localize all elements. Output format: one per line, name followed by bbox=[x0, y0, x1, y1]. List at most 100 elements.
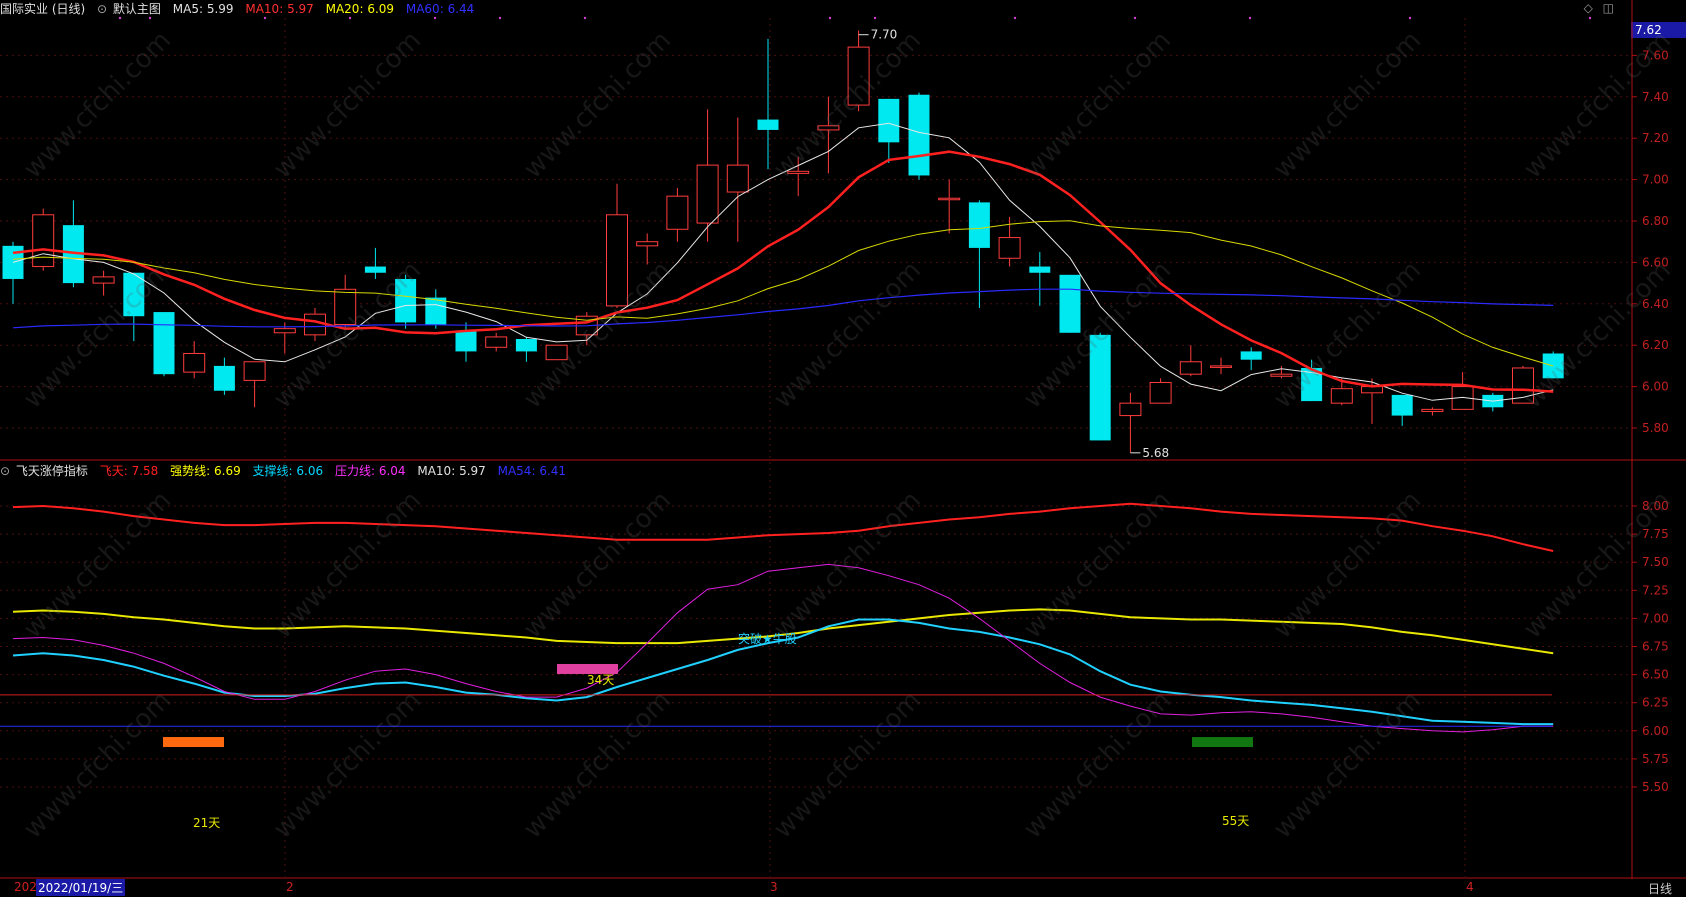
candle-body bbox=[1149, 381, 1172, 404]
candle bbox=[395, 274, 417, 329]
candle-body bbox=[545, 344, 568, 361]
candle-body bbox=[726, 164, 749, 193]
candle-body bbox=[32, 214, 55, 268]
candle bbox=[1089, 332, 1111, 441]
candle-body bbox=[1089, 334, 1111, 441]
candle bbox=[1059, 274, 1081, 333]
bar-21-days bbox=[163, 737, 224, 748]
high-price-label: 7.70 bbox=[871, 28, 898, 42]
ma10-line bbox=[12, 150, 1554, 393]
candle bbox=[1451, 372, 1474, 410]
candle-body bbox=[304, 313, 326, 336]
main-axis-label: 6.80 bbox=[1642, 214, 1669, 228]
candle bbox=[757, 38, 779, 170]
candle-body bbox=[485, 336, 508, 348]
candle bbox=[606, 183, 628, 308]
candle-body bbox=[998, 237, 1021, 259]
candle-body bbox=[515, 338, 537, 352]
feitian-line bbox=[12, 502, 1554, 552]
candle bbox=[696, 109, 719, 242]
candle-body bbox=[1029, 266, 1051, 273]
signal-dot bbox=[1248, 16, 1252, 20]
candle bbox=[1029, 252, 1051, 306]
cursor-date: 2022/01/19/三 bbox=[36, 879, 126, 896]
candle bbox=[515, 336, 537, 362]
bar-55-days bbox=[1192, 737, 1253, 748]
candle bbox=[545, 344, 568, 361]
candle bbox=[908, 92, 930, 180]
candle-body bbox=[878, 98, 900, 143]
breakout-label: 突破★牛股 bbox=[738, 631, 797, 646]
candle-body bbox=[1421, 408, 1444, 412]
candle-body bbox=[908, 94, 930, 176]
sub-axis-label: 6.25 bbox=[1642, 696, 1669, 710]
ma5-line bbox=[12, 122, 1554, 402]
candle bbox=[1542, 351, 1564, 379]
signal-dot bbox=[348, 16, 352, 20]
main-axis-label: 7.40 bbox=[1642, 90, 1669, 104]
sub-axis-label: 6.75 bbox=[1642, 640, 1669, 654]
ma20-line bbox=[12, 220, 1554, 367]
candle-body bbox=[364, 266, 386, 273]
candle-body bbox=[213, 365, 235, 391]
candle bbox=[1270, 365, 1293, 379]
candle-body bbox=[243, 361, 266, 381]
label-21-days: 21天 bbox=[193, 816, 220, 830]
month-apr: 4 bbox=[1466, 880, 1474, 894]
candle-body bbox=[968, 202, 990, 248]
sub-axis-label: 6.50 bbox=[1642, 668, 1669, 682]
candle bbox=[666, 187, 689, 242]
candle-body bbox=[425, 297, 447, 325]
main-axis-label: 7.00 bbox=[1642, 173, 1669, 187]
candle bbox=[636, 233, 659, 265]
main-axis-label: 7.60 bbox=[1642, 48, 1669, 62]
signal-dot bbox=[1588, 16, 1592, 20]
candle-body bbox=[1210, 365, 1232, 368]
sub-axis-label: 7.50 bbox=[1642, 555, 1669, 569]
candle-body bbox=[696, 164, 719, 224]
candle bbox=[62, 200, 84, 288]
candle bbox=[878, 98, 900, 164]
date-start: 202 bbox=[14, 880, 37, 894]
candle bbox=[1482, 392, 1504, 412]
period-label[interactable]: 日线 bbox=[1648, 880, 1672, 897]
candle-body bbox=[757, 119, 779, 130]
candle bbox=[1421, 407, 1444, 416]
signal-dot bbox=[873, 16, 877, 20]
candle bbox=[1119, 392, 1142, 453]
ma60-line bbox=[12, 288, 1554, 329]
signal-dot bbox=[498, 16, 502, 20]
candle bbox=[1179, 345, 1202, 377]
low-price-label: 5.68 bbox=[1142, 446, 1169, 460]
sub-axis-label: 8.00 bbox=[1642, 499, 1669, 513]
candle-body bbox=[273, 328, 296, 334]
candle-body bbox=[123, 272, 145, 317]
candle bbox=[364, 247, 386, 279]
candle bbox=[485, 332, 508, 352]
candle bbox=[243, 361, 266, 408]
main-axis-label: 6.00 bbox=[1642, 380, 1669, 394]
sub-axis-label: 5.75 bbox=[1642, 752, 1669, 766]
month-feb: 2 bbox=[286, 880, 294, 894]
candle-body bbox=[606, 214, 628, 307]
label-55-days: 55天 bbox=[1222, 814, 1249, 828]
candle-body bbox=[455, 330, 477, 352]
candle bbox=[304, 307, 326, 342]
signal-dot bbox=[118, 16, 122, 20]
candlestick-chart[interactable]: 7.60 7.40 7.20 7.00 6.80 6.60 6.40 6.20 6.00 5.80… bbox=[0, 0, 1686, 895]
sub-axis-label: 6.00 bbox=[1642, 724, 1669, 738]
signal-dot bbox=[583, 16, 587, 20]
candle-body bbox=[938, 197, 961, 201]
main-axis-label: 6.40 bbox=[1642, 297, 1669, 311]
candle bbox=[123, 272, 145, 342]
candle-body bbox=[787, 170, 810, 174]
candle-body bbox=[1059, 274, 1081, 333]
signal-dot bbox=[828, 16, 832, 20]
candle-body bbox=[636, 241, 659, 247]
main-axis-label: 7.20 bbox=[1642, 131, 1669, 145]
candle bbox=[32, 208, 55, 271]
candle bbox=[847, 30, 870, 112]
signal-dot bbox=[1013, 16, 1017, 20]
candle-body bbox=[153, 312, 175, 375]
candle-body bbox=[395, 278, 417, 323]
